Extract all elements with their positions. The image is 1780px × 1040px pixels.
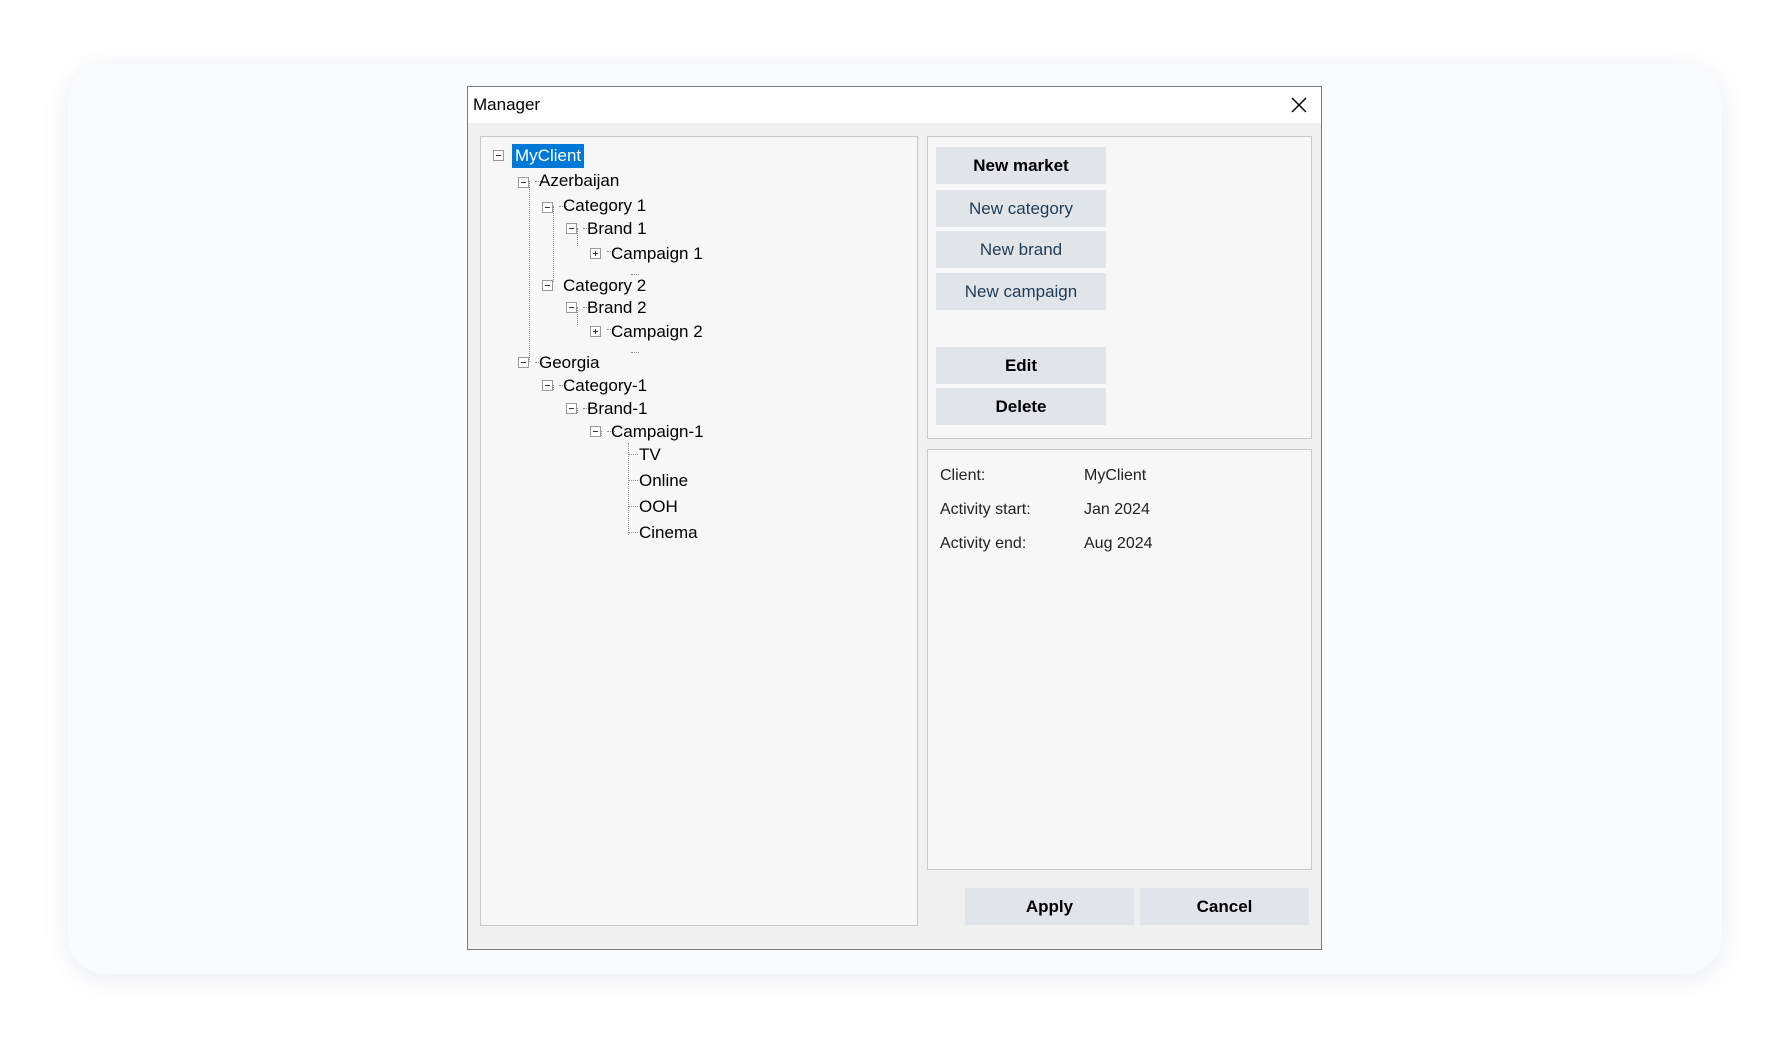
tree-node-label: TV [639, 445, 661, 464]
tree-node-label: Category-1 [563, 376, 648, 395]
edit-button[interactable]: Edit [936, 347, 1106, 384]
activity-end-label: Activity end: [940, 535, 1027, 552]
tree-connector [577, 408, 578, 413]
delete-button[interactable]: Delete [936, 388, 1106, 425]
cancel-button[interactable]: Cancel [1140, 888, 1309, 925]
collapse-icon[interactable] [518, 357, 529, 368]
tree-node-label: Online [639, 471, 689, 490]
tree-node-label: Category 1 [563, 196, 647, 215]
tree-node-label: Brand-1 [587, 399, 648, 418]
new-category-button[interactable]: New category [936, 190, 1106, 227]
new-campaign-button[interactable]: New campaign [936, 273, 1106, 310]
new-market-button[interactable]: New market [936, 147, 1106, 184]
tree-node-label: MyClient [512, 144, 585, 168]
title-bar: Manager [468, 87, 1321, 123]
activity-end-value: Aug 2024 [1084, 535, 1153, 552]
tree-connector [553, 206, 554, 282]
tree-node-label: Campaign 1 [611, 244, 703, 263]
tree-node-label: Category 2 [563, 276, 647, 295]
tree-connector [577, 307, 578, 325]
tree-connector [553, 385, 554, 390]
collapse-icon[interactable] [542, 280, 553, 291]
tree-node-label: Georgia [539, 353, 600, 372]
tree-connector [601, 431, 602, 436]
collapse-icon[interactable] [542, 202, 553, 213]
activity-start-value: Jan 2024 [1084, 501, 1150, 518]
tree-node-label: Campaign 2 [611, 322, 703, 341]
collapse-icon[interactable] [566, 403, 577, 414]
tree-node-label: Azerbaijan [539, 171, 620, 190]
collapse-icon[interactable] [566, 302, 577, 313]
window-title: Manager [473, 95, 541, 114]
tree-connector [577, 228, 578, 246]
tree-node-label: Campaign-1 [611, 422, 704, 441]
close-icon [1291, 97, 1307, 113]
collapse-icon[interactable] [590, 426, 601, 437]
tree-connector [628, 443, 629, 535]
actions-panel: New market New category New brand New ca… [927, 136, 1312, 439]
collapse-icon[interactable] [493, 150, 504, 161]
new-brand-button[interactable]: New brand [936, 231, 1106, 268]
apply-button[interactable]: Apply [965, 888, 1134, 925]
details-panel: Client: MyClient Activity start: Jan 202… [927, 449, 1312, 870]
tree-view[interactable]: MyClient Azerbaijan Category 1 Brand 1 C… [480, 136, 918, 926]
expand-icon[interactable] [590, 248, 601, 259]
tree-node-label: Brand 2 [587, 298, 647, 317]
close-button[interactable] [1283, 90, 1315, 120]
tree-node-label: Cinema [639, 523, 698, 542]
collapse-icon[interactable] [518, 177, 529, 188]
client-value: MyClient [1084, 467, 1147, 484]
expand-icon[interactable] [590, 326, 601, 337]
tree-node-label: Brand 1 [587, 219, 647, 238]
collapse-icon[interactable] [542, 380, 553, 391]
collapse-icon[interactable] [566, 223, 577, 234]
manager-dialog: Manager MyClient Azerbaijan Category 1 B… [467, 86, 1322, 950]
activity-start-label: Activity start: [940, 501, 1031, 518]
tree-connector [631, 352, 639, 353]
tree-connector [529, 181, 530, 362]
tree-node-label: OOH [639, 497, 678, 516]
client-label: Client: [940, 467, 986, 484]
